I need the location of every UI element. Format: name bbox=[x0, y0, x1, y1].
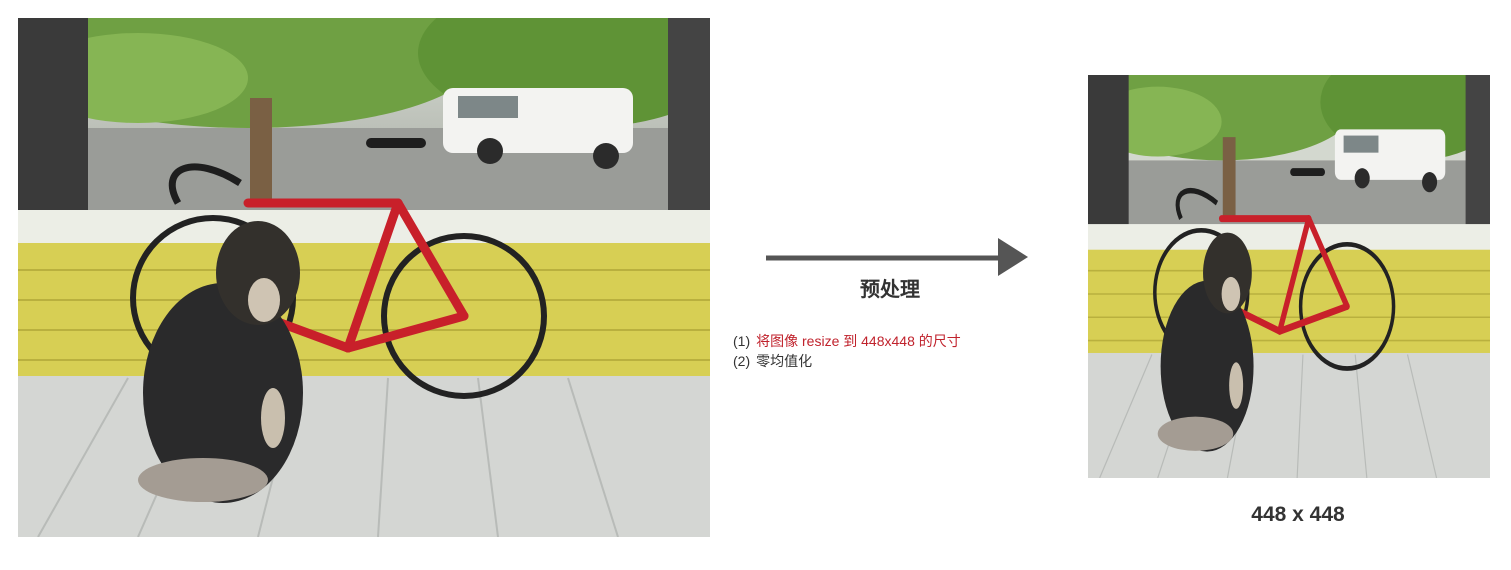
resized-photo bbox=[1088, 75, 1490, 478]
right-arrow-icon bbox=[766, 238, 1028, 276]
list-item: (1) 将图像 resize 到 448x448 的尺寸 bbox=[733, 331, 961, 351]
step-index: (2) bbox=[733, 353, 751, 369]
step-text-resize: 将图像 resize 到 448x448 的尺寸 bbox=[756, 333, 961, 349]
step-title: 预处理 bbox=[860, 279, 920, 301]
source-photo bbox=[18, 18, 710, 537]
step-index: (1) bbox=[733, 333, 751, 349]
list-item: (2) 零均值化 bbox=[733, 351, 961, 371]
step-list: (1) 将图像 resize 到 448x448 的尺寸 (2) 零均值化 bbox=[733, 331, 961, 371]
output-size-label: 448 x 448 bbox=[1251, 503, 1345, 526]
step-text-zero-mean: 零均值化 bbox=[756, 353, 813, 369]
